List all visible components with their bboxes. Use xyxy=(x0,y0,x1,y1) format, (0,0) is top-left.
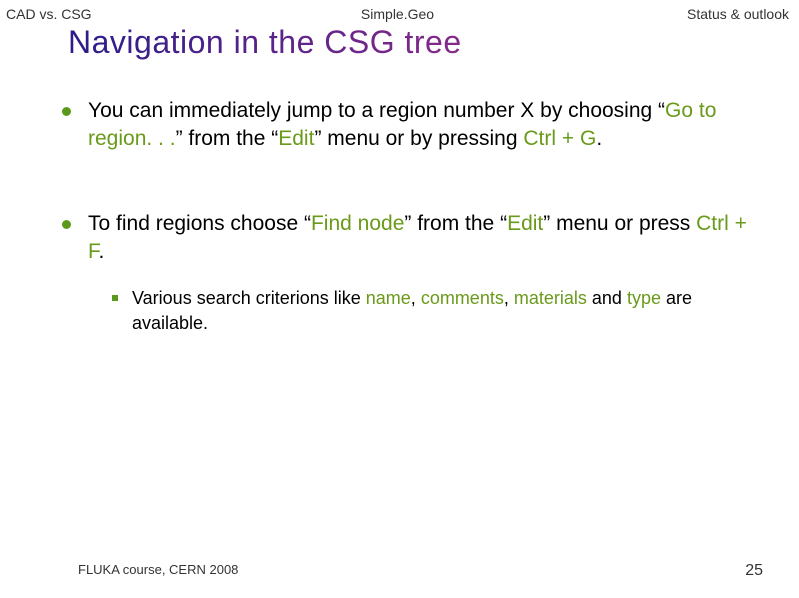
text: ” from the “ xyxy=(404,212,507,235)
keyword-type: type xyxy=(627,288,661,308)
keyword-materials: materials xyxy=(514,288,587,308)
keyword-ctrl-g: Ctrl + G xyxy=(523,127,596,150)
slide-title: Navigation in the CSG tree xyxy=(0,22,799,77)
tab-cad-vs-csg[interactable]: CAD vs. CSG xyxy=(4,6,267,22)
tab-status-outlook[interactable]: Status & outlook xyxy=(528,6,791,22)
keyword-edit: Edit xyxy=(507,212,543,235)
text: ” from the “ xyxy=(176,127,279,150)
keyword-name: name xyxy=(366,288,411,308)
sub-bullet-criteria: Various search criterions like name, com… xyxy=(104,286,751,335)
keyword-find-node: Find node xyxy=(311,212,404,235)
slide-content: You can immediately jump to a region num… xyxy=(0,77,799,335)
text: Various search criterions like xyxy=(132,288,366,308)
text: You can immediately jump to a region num… xyxy=(88,99,665,122)
bullet-find-node: To find regions choose “Find node” from … xyxy=(48,210,751,335)
page-number: 25 xyxy=(745,562,763,580)
text: To find regions choose “ xyxy=(88,212,311,235)
bullet-goto-region: You can immediately jump to a region num… xyxy=(48,97,751,154)
tab-bar: CAD vs. CSG Simple.Geo Status & outlook xyxy=(0,0,799,22)
text: . xyxy=(99,240,105,263)
text: ” menu or by pressing xyxy=(314,127,523,150)
text: , xyxy=(411,288,421,308)
text: , xyxy=(504,288,514,308)
text: . xyxy=(596,127,602,150)
keyword-comments: comments xyxy=(421,288,504,308)
text: ” menu or press xyxy=(543,212,696,235)
tab-simplegeo[interactable]: Simple.Geo xyxy=(267,6,528,22)
footer-text: FLUKA course, CERN 2008 xyxy=(78,562,238,580)
slide-footer: FLUKA course, CERN 2008 25 xyxy=(0,562,799,580)
keyword-edit: Edit xyxy=(278,127,314,150)
text: and xyxy=(587,288,627,308)
